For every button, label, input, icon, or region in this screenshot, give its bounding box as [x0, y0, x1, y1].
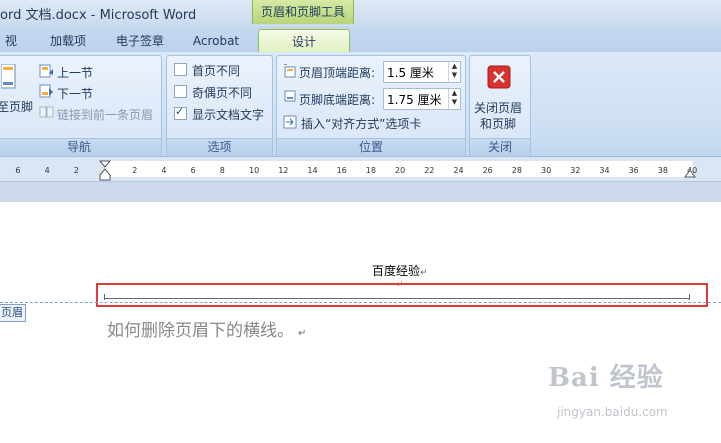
link-to-previous-button[interactable]: 链接到前一条页眉 — [57, 106, 153, 123]
footer-position-icon — [284, 90, 296, 102]
ruler-tick-label: 22 — [424, 166, 435, 175]
header-label-tag: 页眉 — [0, 304, 26, 322]
ruler-tick-label: 10 — [249, 166, 260, 175]
ruler-tick-label: 34 — [599, 166, 610, 175]
odd-even-different-checkbox[interactable] — [174, 85, 187, 98]
first-page-different-label: 首页不同 — [192, 64, 241, 78]
options-group-label: 选项 — [167, 138, 272, 156]
ruler-tick-label: 32 — [570, 166, 581, 175]
header-boundary-line — [0, 302, 721, 303]
ruler-tick-label: 26 — [482, 166, 493, 175]
document-body-text[interactable]: 如何删除页眉下的横线。 ↵ — [107, 316, 306, 341]
link-to-previous-icon — [39, 106, 54, 118]
ruler-tick-label: 14 — [307, 166, 318, 175]
navigation-group-label: 导航 — [0, 138, 161, 156]
ruler-tick-label: 20 — [395, 166, 406, 175]
next-section-button[interactable]: 下一节 — [57, 85, 93, 102]
previous-section-button[interactable]: 上一节 — [57, 64, 93, 81]
close-header-footer-label-line1[interactable]: 关闭页眉 — [474, 99, 522, 116]
header-from-top-label: 页眉顶端距离: — [299, 66, 376, 80]
footer-from-bottom-label: 页脚底端距离: — [299, 93, 376, 107]
right-indent-marker-icon[interactable] — [684, 164, 696, 178]
header-from-top-input[interactable]: 1.5 厘米 ▲ ▼ — [383, 61, 461, 83]
ruler-tick-label: 16 — [336, 166, 347, 175]
footer-spin-buttons[interactable]: ▲ ▼ — [448, 89, 460, 109]
show-document-text-checkbox[interactable] — [174, 105, 187, 120]
insert-alignment-tab-icon — [283, 115, 297, 129]
tab-acrobat[interactable]: Acrobat — [190, 31, 242, 51]
show-document-text-label: 显示文档文字 — [192, 108, 265, 122]
ribbon-tab-row: 视图 加载项 电子签章 Acrobat 设计 — [0, 27, 721, 68]
tab-view[interactable]: 视图 — [0, 31, 22, 68]
insert-alignment-tab-button[interactable]: 插入“对齐方式”选项卡 — [301, 115, 421, 132]
ruler-tick-label: 30 — [541, 166, 552, 175]
header-content: 百度经验 — [372, 264, 421, 278]
close-header-footer-icon — [487, 65, 511, 89]
ruler-tick-label: 24 — [453, 166, 464, 175]
position-group: 页眉顶端距离: 1.5 厘米 ▲ ▼ 页脚底端距离: 1.75 厘米 ▲ ▼ 插入“… — [276, 55, 466, 157]
ruler-tick-label: 2 — [132, 166, 138, 175]
header-footer-tools-title: 页眉和页脚工具 — [252, 0, 354, 24]
tab-esign[interactable]: 电子签章 — [112, 31, 168, 51]
indent-marker-icon[interactable] — [99, 160, 111, 182]
goto-footer-icon — [1, 64, 16, 89]
ruler-tick-label: 28 — [511, 166, 522, 175]
ruler-tick-label: 6 — [15, 166, 21, 175]
ribbon: 至页脚 上一节 下一节 链接到前一条页眉 导航 首页不同 奇偶页不同 显示文档文… — [0, 52, 721, 157]
ruler-tick-label: 12 — [278, 166, 289, 175]
window-title: ord 文档.docx - Microsoft Word — [0, 8, 197, 23]
ruler-tick-label: 6 — [190, 166, 196, 175]
header-position-icon — [284, 64, 296, 78]
ruler-tick-label: 4 — [44, 166, 50, 175]
baidu-watermark: Bai 经验 — [548, 363, 664, 393]
goto-footer-button[interactable]: 至页脚 — [0, 98, 33, 115]
close-header-footer-label-line2[interactable]: 和页脚 — [480, 115, 516, 132]
close-group: 关闭页眉 和页脚 关闭 — [469, 55, 531, 157]
document-gutter — [0, 182, 721, 202]
ruler-tick-label: 38 — [657, 166, 668, 175]
navigation-group: 至页脚 上一节 下一节 链接到前一条页眉 导航 — [0, 55, 162, 157]
ruler-tick-label: 8 — [219, 166, 225, 175]
baidu-watermark-url: jingyan.baidu.com — [557, 405, 668, 419]
options-group: 首页不同 奇偶页不同 显示文档文字 选项 — [166, 55, 273, 157]
first-page-different-checkbox[interactable] — [174, 63, 187, 76]
close-group-label: 关闭 — [470, 138, 530, 156]
header-from-top-value: 1.5 厘米 — [387, 66, 434, 80]
position-group-label: 位置 — [277, 138, 465, 156]
previous-section-icon — [39, 64, 53, 78]
highlight-annotation-box — [96, 283, 708, 307]
header-spin-buttons[interactable]: ▲ ▼ — [448, 62, 460, 82]
body-content: 如何删除页眉下的横线。 — [107, 321, 294, 341]
next-section-icon — [39, 84, 53, 98]
paragraph-mark: ↵ — [420, 268, 428, 278]
footer-from-bottom-value: 1.75 厘米 — [387, 93, 442, 107]
body-paragraph-mark: ↵ — [298, 328, 307, 339]
ruler-tick-label: 4 — [161, 166, 167, 175]
footer-from-bottom-input[interactable]: 1.75 厘米 ▲ ▼ — [383, 88, 461, 110]
ruler-tick-label: 36 — [628, 166, 639, 175]
header-text[interactable]: 百度经验↵ — [372, 262, 428, 279]
odd-even-different-label: 奇偶页不同 — [192, 86, 253, 100]
tab-design[interactable]: 设计 — [258, 29, 350, 54]
ruler-tick-label: 2 — [73, 166, 79, 175]
tab-addins[interactable]: 加载项 — [47, 31, 89, 51]
ruler-tick-label: 18 — [365, 166, 376, 175]
